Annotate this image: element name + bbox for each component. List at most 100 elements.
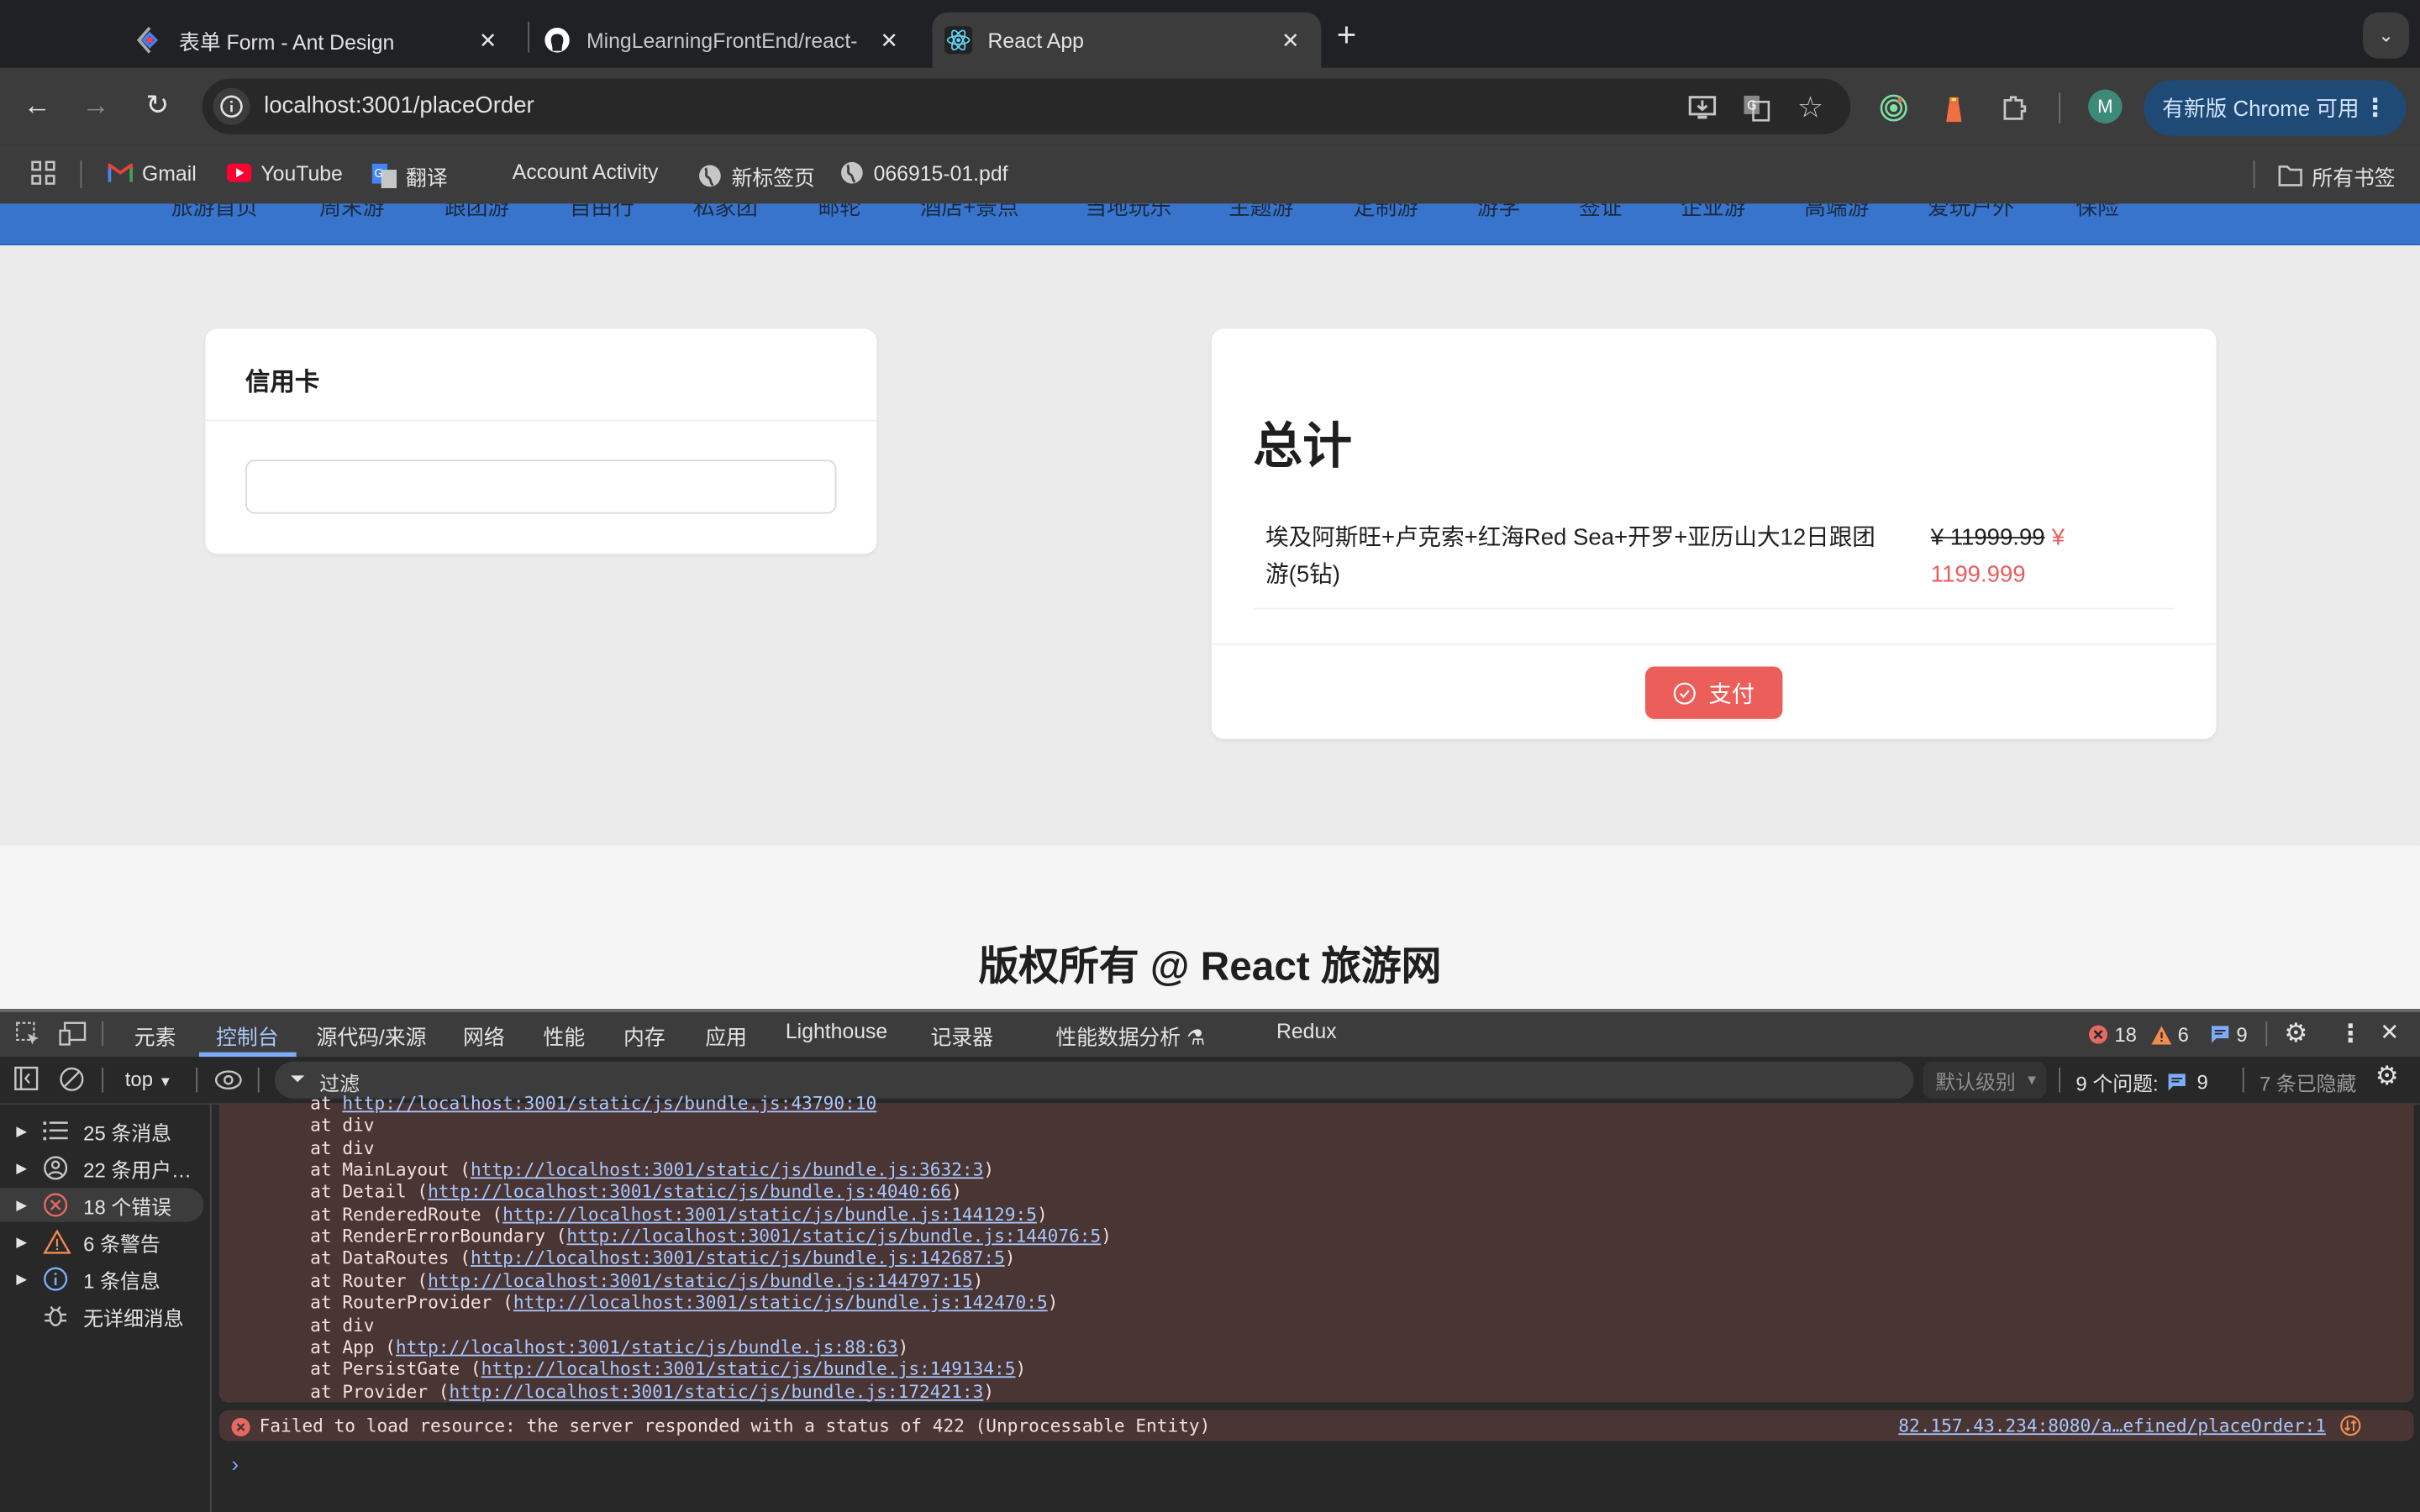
nav-item[interactable]: 私家团 [693,203,758,222]
stack-frame-link[interactable]: http://localhost:3001/static/js/bundle.j… [450,1380,984,1402]
devtools-tab-console[interactable]: 控制台 [216,1020,278,1051]
devtools-tab-recorder[interactable]: 记录器 [931,1020,993,1051]
stack-frame-link[interactable]: http://localhost:3001/static/js/bundle.j… [513,1292,1048,1314]
stack-frame-link[interactable]: http://localhost:3001/static/js/bundle.j… [471,1158,983,1180]
console-sidebar: ▶ 25 条消息 ▶ 22 条用户… ▶ 18 个错误 ▶ 6 条警告 ▶ 1 … [0,1103,212,1512]
translate-page-icon[interactable]: G [1739,91,1773,124]
clear-console-icon[interactable] [59,1066,85,1100]
more-menu-icon[interactable]: ⋮ [2363,92,2387,123]
context-selector[interactable]: top ▼ [125,1068,172,1091]
devtools-tab-memory[interactable]: 内存 [623,1020,666,1051]
devtools-tab-performance-insights[interactable]: 性能数据分析 ⚗ [1055,1020,1205,1051]
warning-count-badge[interactable]: 6 [2151,1023,2189,1046]
devtools-settings-icon[interactable]: ⚙ [2284,1018,2307,1049]
error-source-link[interactable]: 82.157.43.234:8080/a…efined/placeOrder:1 [1898,1415,2326,1436]
browser-tab-github[interactable]: MingLearningFrontEnd/react- ✕ [544,13,920,68]
nav-item[interactable]: 游学 [1477,203,1520,222]
devtools-tab-lighthouse[interactable]: Lighthouse [786,1020,887,1043]
sidebar-item-warnings[interactable]: ▶ 6 条警告 [0,1225,203,1258]
nav-item[interactable]: 自由行 [570,203,634,222]
nav-item[interactable]: 主题游 [1228,203,1293,222]
stack-frame-link[interactable]: http://localhost:3001/static/js/bundle.j… [566,1226,1101,1247]
stack-frame-link[interactable]: http://localhost:3001/static/js/bundle.j… [342,1092,876,1114]
url-text[interactable]: localhost:3001/placeOrder [264,92,534,118]
all-bookmarks-button[interactable]: 所有书签 [2278,160,2396,192]
log-level-selector[interactable]: 默认级别 ▼ [1923,1061,2047,1099]
stack-frame-text: at RenderErrorBoundary ( [310,1225,567,1247]
apps-grid-icon[interactable] [31,160,55,185]
bug-icon [43,1304,83,1328]
bookmark-gmail[interactable]: Gmail [108,160,197,185]
stack-frame-link[interactable]: http://localhost:3001/static/js/bundle.j… [502,1203,1037,1225]
network-request-icon[interactable] [2339,1415,2361,1444]
reload-button[interactable]: ↻ [139,90,176,123]
nav-item[interactable]: 旅游首页 [171,203,258,222]
stack-frame-link[interactable]: http://localhost:3001/static/js/bundle.j… [471,1247,1005,1269]
sidebar-item-info[interactable]: ▶ 1 条信息 [0,1262,203,1295]
inspect-element-icon[interactable] [15,1021,39,1054]
error-message: Failed to load resource: the server resp… [259,1415,1211,1436]
error-count-badge[interactable]: 18 [2088,1023,2137,1046]
credit-card-input[interactable] [245,459,837,514]
console-prompt[interactable]: › [232,1452,239,1476]
profile-avatar[interactable]: M [2088,89,2123,123]
new-tab-button[interactable]: + [1337,15,1357,55]
tab-search-button[interactable]: ⌄ [2363,12,2410,59]
devtools-more-icon[interactable]: ⋮ [2338,1018,2363,1049]
nav-item[interactable]: 定制游 [1354,203,1418,222]
bookmark-new-tab[interactable]: 新标签页 [697,160,815,192]
browser-tab-ant-design[interactable]: 表单 Form - Ant Design ✕ [136,13,519,68]
console-settings-icon[interactable]: ⚙ [2375,1062,2399,1093]
devtools-tab-performance[interactable]: 性能 [544,1020,586,1051]
close-tab-icon[interactable]: ✕ [880,27,898,53]
nav-item[interactable]: 跟团游 [445,203,509,222]
bookmark-youtube[interactable]: YouTube [226,160,343,185]
page-footer: 版权所有 @ React 旅游网 [0,845,2420,1010]
bookmark-translate[interactable]: G 翻译 [371,160,448,192]
devtools-close-icon[interactable]: ✕ [2380,1018,2399,1046]
pay-button[interactable]: 支付 [1644,666,1783,719]
stack-frame-link[interactable]: http://localhost:3001/static/js/bundle.j… [428,1269,973,1291]
sidebar-item-errors[interactable]: ▶ 18 个错误 [0,1188,204,1222]
extension-orbit-icon[interactable] [1876,91,1910,124]
nav-item[interactable]: 保险 [2075,203,2118,222]
device-toolbar-icon[interactable] [59,1021,87,1054]
issues-count-badge[interactable]: 9 [2210,1023,2248,1046]
forward-button[interactable]: → [77,90,114,123]
sidebar-item-verbose[interactable]: 无详细消息 [0,1299,203,1333]
nav-item[interactable]: 企业游 [1681,203,1745,222]
bookmark-account-activity[interactable]: Account Activity [513,160,659,184]
devtools-tab-network[interactable]: 网络 [463,1020,505,1051]
nav-item[interactable]: 签证 [1579,203,1622,222]
devtools-tab-sources[interactable]: 源代码/来源 [317,1020,427,1051]
devtools-tab-elements[interactable]: 元素 [134,1020,176,1051]
nav-item[interactable]: 邮轮 [818,203,860,222]
nav-item[interactable]: 高端游 [1804,203,1869,222]
sidebar-toggle-icon[interactable] [14,1066,39,1099]
nav-item[interactable]: 酒店+景点 [920,203,1019,222]
nav-item[interactable]: 周末游 [319,203,384,222]
site-info-icon[interactable] [213,87,250,125]
back-button[interactable]: ← [18,90,55,123]
install-app-icon[interactable] [1686,91,1719,124]
live-expression-eye-icon[interactable] [214,1068,242,1100]
lighthouse-extension-icon[interactable] [1937,91,1970,124]
sidebar-item-messages[interactable]: ▶ 25 条消息 [0,1114,203,1147]
bookmark-star-icon[interactable]: ☆ [1793,91,1827,124]
nav-item[interactable]: 当地玩乐 [1085,203,1171,222]
stack-frame-link[interactable]: http://localhost:3001/static/js/bundle.j… [396,1336,898,1357]
issues-link[interactable]: 9 个问题: 9 [2075,1068,2207,1097]
extensions-puzzle-icon[interactable] [1997,91,2031,124]
stack-frame-link[interactable]: http://localhost:3001/static/js/bundle.j… [428,1181,951,1203]
close-tab-icon[interactable]: ✕ [479,27,497,53]
nav-item[interactable]: 爱玩户外 [1928,203,2014,222]
stack-frame-link[interactable]: http://localhost:3001/static/js/bundle.j… [481,1358,1016,1380]
devtools-tab-application[interactable]: 应用 [705,1020,747,1051]
browser-tab-react-app[interactable]: React App ✕ [932,12,1322,68]
devtools-tab-redux[interactable]: Redux [1276,1020,1337,1043]
copyright-text: 版权所有 @ React 旅游网 [978,942,1442,990]
bookmark-pdf[interactable]: 066915-01.pdf [839,160,1008,185]
sidebar-item-user-messages[interactable]: ▶ 22 条用户… [0,1151,203,1184]
chrome-update-button[interactable]: 有新版 Chrome 可用 ⋮ [2144,80,2407,136]
close-tab-icon[interactable]: ✕ [1281,27,1300,53]
